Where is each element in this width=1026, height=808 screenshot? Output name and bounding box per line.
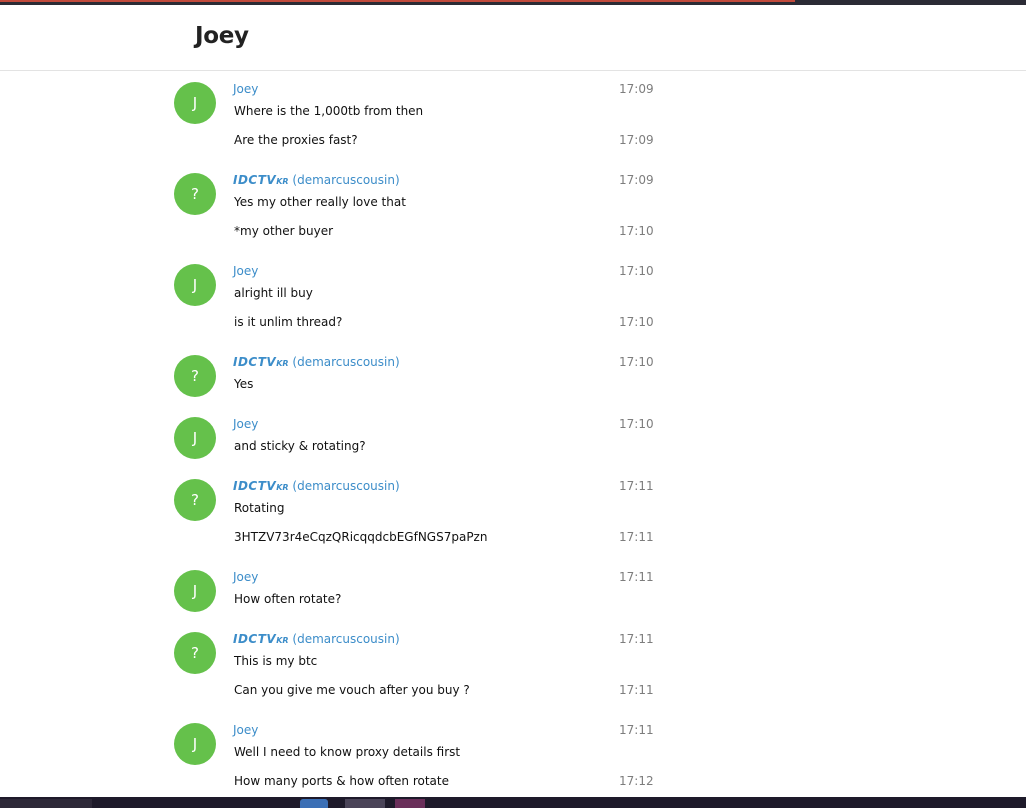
sender-name[interactable]: Joey: [233, 264, 258, 278]
chat-header: Joey: [0, 5, 1026, 71]
taskbar-app-icon[interactable]: [345, 799, 385, 808]
message-timestamp: 17:11: [619, 530, 654, 544]
message-timestamp: 17:10: [619, 264, 654, 278]
sender-username: (demarcuscousin): [288, 173, 400, 187]
message-text[interactable]: Where is the 1,000tb from then: [234, 104, 423, 118]
sender-username: Joey: [233, 264, 259, 278]
message-text[interactable]: is it unlim thread?: [234, 315, 342, 329]
tab-accent-bar: [0, 0, 795, 2]
sender-tag: IDCTV: [233, 355, 277, 369]
avatar[interactable]: J: [174, 417, 216, 459]
sender-username: Joey: [233, 570, 259, 584]
message-text[interactable]: Rotating: [234, 501, 284, 515]
sender-tag-suffix: KR: [276, 359, 289, 368]
message-timestamp: 17:10: [619, 417, 654, 431]
message-timestamp: 17:09: [619, 133, 654, 147]
message-text[interactable]: Are the proxies fast?: [234, 133, 358, 147]
sender-name[interactable]: IDCTVKR (demarcuscousin): [233, 355, 400, 369]
message-list[interactable]: J Joey Where is the 1,000tb from then 17:09…: [0, 71, 1026, 795]
message-text[interactable]: This is my btc: [234, 654, 317, 668]
message-text[interactable]: Can you give me vouch after you buy ?: [234, 683, 470, 697]
sender-username: (demarcuscousin): [288, 355, 400, 369]
message-timestamp: 17:11: [619, 632, 654, 646]
avatar[interactable]: J: [174, 264, 216, 306]
page-title: Joey: [195, 23, 249, 49]
message-text[interactable]: and sticky & rotating?: [234, 439, 366, 453]
taskbar: [0, 797, 1026, 808]
message-timestamp: 17:11: [619, 683, 654, 697]
message-timestamp: 17:11: [619, 723, 654, 737]
taskbar-app-icon[interactable]: [395, 799, 425, 808]
sender-tag-suffix: KR: [276, 483, 289, 492]
message-text[interactable]: Yes: [234, 377, 253, 391]
sender-name[interactable]: Joey: [233, 570, 258, 584]
sender-username: Joey: [233, 82, 259, 96]
sender-tag-suffix: KR: [276, 177, 289, 186]
sender-tag: IDCTV: [233, 632, 277, 646]
message-timestamp: 17:10: [619, 224, 654, 238]
message-text[interactable]: *my other buyer: [234, 224, 333, 238]
message-text[interactable]: Well I need to know proxy details first: [234, 745, 460, 759]
avatar[interactable]: ?: [174, 355, 216, 397]
avatar[interactable]: J: [174, 723, 216, 765]
avatar[interactable]: ?: [174, 479, 216, 521]
sender-name[interactable]: Joey: [233, 82, 258, 96]
message-timestamp: 17:09: [619, 82, 654, 96]
sender-tag: IDCTV: [233, 479, 277, 493]
sender-username: (demarcuscousin): [288, 479, 400, 493]
message-text[interactable]: alright ill buy: [234, 286, 313, 300]
message-timestamp: 17:11: [619, 570, 654, 584]
sender-tag-suffix: KR: [276, 636, 289, 645]
sender-name[interactable]: Joey: [233, 417, 258, 431]
message-timestamp: 17:10: [619, 355, 654, 369]
taskbar-app-icon[interactable]: [300, 799, 328, 808]
sender-username: Joey: [233, 417, 259, 431]
sender-name[interactable]: IDCTVKR (demarcuscousin): [233, 173, 400, 187]
sender-tag: IDCTV: [233, 173, 277, 187]
sender-name[interactable]: IDCTVKR (demarcuscousin): [233, 479, 400, 493]
message-timestamp: 17:12: [619, 774, 654, 788]
sender-name[interactable]: Joey: [233, 723, 258, 737]
sender-username: (demarcuscousin): [288, 632, 400, 646]
message-text[interactable]: How many ports & how often rotate: [234, 774, 449, 788]
sender-username: Joey: [233, 723, 259, 737]
avatar[interactable]: J: [174, 82, 216, 124]
message-timestamp: 17:10: [619, 315, 654, 329]
avatar[interactable]: ?: [174, 632, 216, 674]
start-button[interactable]: [0, 799, 92, 808]
avatar[interactable]: ?: [174, 173, 216, 215]
message-text[interactable]: 3HTZV73r4eCqzQRicqqdcbEGfNGS7paPzn: [234, 530, 487, 544]
message-text[interactable]: How often rotate?: [234, 592, 341, 606]
avatar[interactable]: J: [174, 570, 216, 612]
message-text[interactable]: Yes my other really love that: [234, 195, 406, 209]
message-timestamp: 17:11: [619, 479, 654, 493]
message-timestamp: 17:09: [619, 173, 654, 187]
sender-name[interactable]: IDCTVKR (demarcuscousin): [233, 632, 400, 646]
